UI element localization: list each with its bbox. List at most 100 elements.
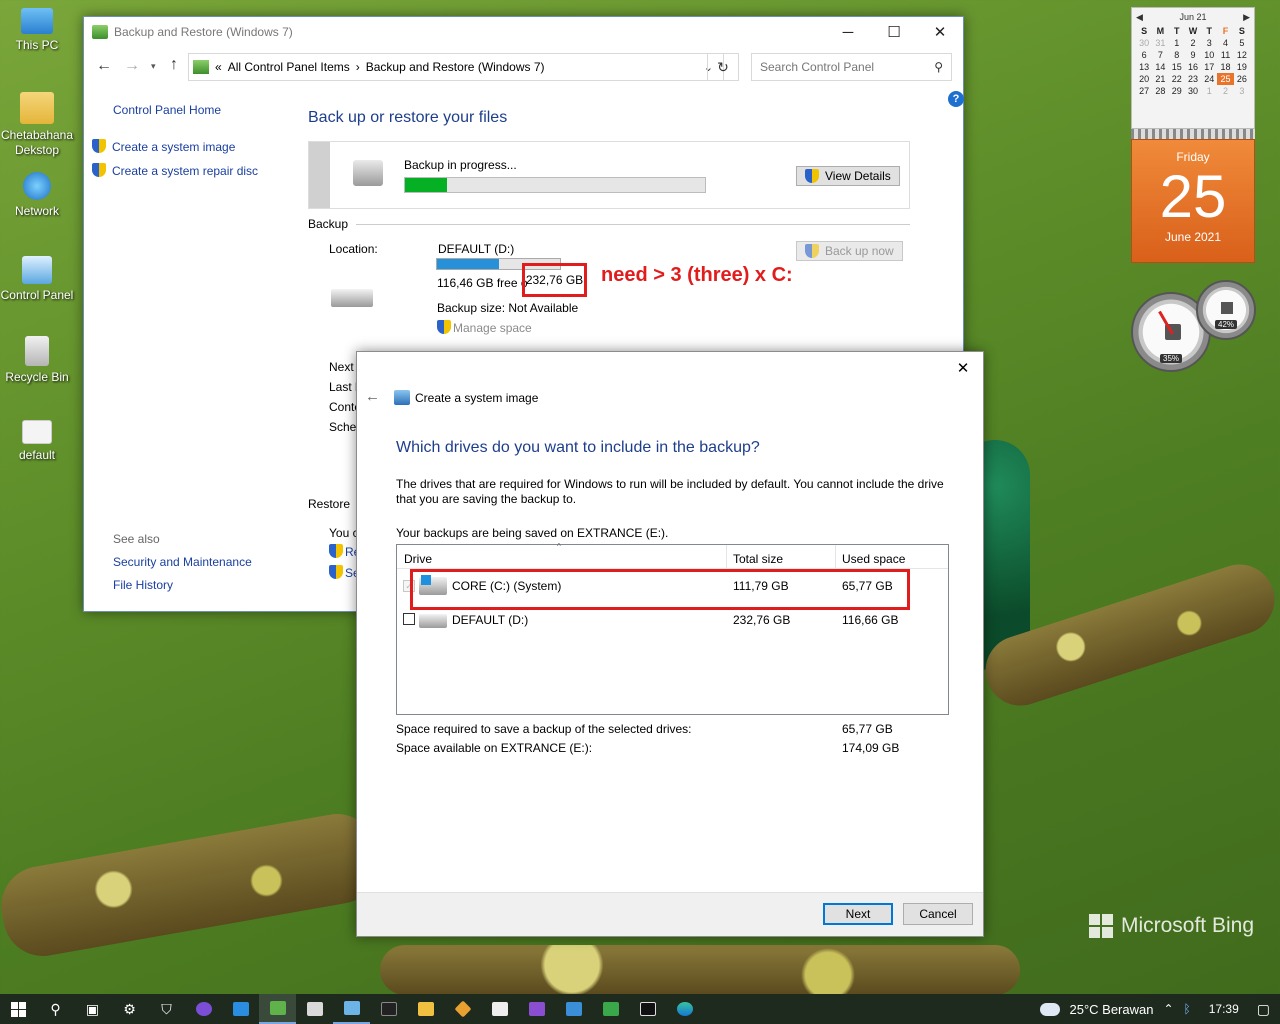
taskbar-git[interactable] xyxy=(444,994,481,1024)
drive-d-checkbox[interactable] xyxy=(403,613,415,625)
up-arrow-icon[interactable]: ↑ xyxy=(170,56,178,74)
calendar-day-cell[interactable]: 1 xyxy=(1201,85,1217,97)
next-month-icon[interactable]: ▶ xyxy=(1243,12,1250,23)
desktop-icon-recycle-bin[interactable]: Recycle Bin xyxy=(0,336,74,385)
calendar-day-cell[interactable]: 9 xyxy=(1185,49,1201,61)
calendar-day-cell[interactable]: 12 xyxy=(1234,49,1250,61)
breadcrumb-all-items[interactable]: All Control Panel Items xyxy=(228,60,350,74)
calendar-day-cell[interactable]: 23 xyxy=(1185,73,1201,85)
calendar-day-cell[interactable]: 3 xyxy=(1234,85,1250,97)
file-history-link[interactable]: File History xyxy=(113,578,173,592)
calendar-day-cell[interactable]: 21 xyxy=(1152,73,1168,85)
calendar-day-cell[interactable]: 29 xyxy=(1169,85,1185,97)
calendar-day-cell[interactable]: 22 xyxy=(1169,73,1185,85)
desktop-icon-network[interactable]: Network xyxy=(0,172,74,219)
control-panel-home-link[interactable]: Control Panel Home xyxy=(113,103,221,117)
create-system-image-link[interactable]: Create a system image xyxy=(92,139,235,154)
column-used-space[interactable]: Used space xyxy=(842,552,905,566)
chevron-up-icon[interactable]: ⌃ xyxy=(1163,1002,1173,1016)
taskbar-store[interactable] xyxy=(481,994,518,1024)
search-box[interactable]: Search Control Panel ⚲ xyxy=(751,53,952,81)
taskbar-backup-restore[interactable] xyxy=(259,994,296,1024)
taskbar-github[interactable] xyxy=(185,994,222,1024)
calendar-day-cell[interactable]: 28 xyxy=(1152,85,1168,97)
weather-icon[interactable] xyxy=(1039,1002,1060,1016)
taskbar-pycharm[interactable] xyxy=(629,994,666,1024)
calendar-day-cell[interactable]: 31 xyxy=(1152,37,1168,49)
security-maintenance-link[interactable]: Security and Maintenance xyxy=(113,555,252,569)
calendar-day-cell[interactable]: 2 xyxy=(1217,85,1233,97)
back-up-now-button[interactable]: Back up now xyxy=(796,241,903,261)
address-overflow[interactable]: « xyxy=(215,60,222,74)
calendar-day-cell[interactable]: 11 xyxy=(1217,49,1233,61)
task-view-button[interactable]: ▣ xyxy=(74,994,111,1024)
dialog-close-button[interactable]: ✕ xyxy=(949,356,977,380)
calendar-day-cell[interactable]: 17 xyxy=(1201,61,1217,73)
view-details-button[interactable]: View Details xyxy=(796,166,900,186)
calendar-day-cell[interactable]: 5 xyxy=(1234,37,1250,49)
search-button[interactable]: ⚲ xyxy=(37,994,74,1024)
search-input[interactable]: Search Control Panel xyxy=(760,60,874,74)
column-total-size[interactable]: Total size xyxy=(733,552,783,566)
desktop-icon-this-pc[interactable]: This PC xyxy=(0,8,74,53)
taskbar-window-2[interactable] xyxy=(296,994,333,1024)
calendar-day-cell[interactable]: 30 xyxy=(1185,85,1201,97)
next-button[interactable]: Next xyxy=(823,903,893,925)
taskbar-terminal[interactable] xyxy=(370,994,407,1024)
taskbar-settings[interactable]: ⚙ xyxy=(111,994,148,1024)
prev-month-icon[interactable]: ◀ xyxy=(1136,12,1143,23)
taskbar-edge[interactable] xyxy=(666,994,703,1024)
taskbar-calculator[interactable] xyxy=(592,994,629,1024)
taskbar-mail[interactable] xyxy=(222,994,259,1024)
calendar-day-cell[interactable]: 3 xyxy=(1201,37,1217,49)
minimize-button[interactable]: ─ xyxy=(825,17,871,47)
back-arrow-icon[interactable]: ← xyxy=(96,57,112,75)
calendar-day-cell[interactable]: 14 xyxy=(1152,61,1168,73)
create-repair-disc-link[interactable]: Create a system repair disc xyxy=(92,163,258,178)
taskbar-file-explorer[interactable] xyxy=(407,994,444,1024)
calendar-day-cell[interactable]: 8 xyxy=(1169,49,1185,61)
calendar-day-cell[interactable]: 19 xyxy=(1234,61,1250,73)
drive-row-d[interactable]: DEFAULT (D:) 232,76 GB 116,66 GB xyxy=(397,608,948,632)
bluetooth-icon[interactable]: ᛒ xyxy=(1184,1002,1191,1016)
calendar-day-cell[interactable]: 13 xyxy=(1136,61,1152,73)
taskbar-visual-studio[interactable] xyxy=(518,994,555,1024)
weather-text[interactable]: 25°C Berawan xyxy=(1070,1002,1154,1017)
calendar-day-cell[interactable]: 20 xyxy=(1136,73,1152,85)
calendar-day-cell[interactable]: 7 xyxy=(1152,49,1168,61)
clock-text[interactable]: 17:39 xyxy=(1209,1002,1239,1016)
calendar-day-cell[interactable]: 16 xyxy=(1185,61,1201,73)
desktop-icon-control-panel[interactable]: Control Panel xyxy=(0,256,74,303)
taskbar-remote-desktop[interactable] xyxy=(555,994,592,1024)
calendar-day-cell[interactable]: 10 xyxy=(1201,49,1217,61)
notification-icon[interactable]: ▢ xyxy=(1257,1001,1270,1018)
cancel-button[interactable]: Cancel xyxy=(903,903,973,925)
calendar-day-cell[interactable]: 6 xyxy=(1136,49,1152,61)
help-icon[interactable]: ? xyxy=(948,91,964,107)
address-bar[interactable]: « All Control Panel Items › Backup and R… xyxy=(188,53,724,81)
dialog-back-arrow-icon[interactable]: ← xyxy=(365,388,380,405)
calendar-day-cell[interactable]: 2 xyxy=(1185,37,1201,49)
start-button[interactable] xyxy=(0,994,37,1024)
desktop-icon-chetabahana[interactable]: Chetabahana Dekstop xyxy=(0,92,74,158)
recent-dropdown-icon[interactable]: ▾ xyxy=(151,61,156,72)
calendar-day-cell[interactable]: 30 xyxy=(1136,37,1152,49)
calendar-day-cell[interactable]: 1 xyxy=(1169,37,1185,49)
taskbar-security[interactable]: ⛉ xyxy=(148,994,185,1024)
desktop-icon-default[interactable]: default xyxy=(0,420,74,463)
calendar-day-cell[interactable]: 15 xyxy=(1169,61,1185,73)
drives-list[interactable]: ^ Drive Total size Used space ✓ CORE (C:… xyxy=(396,542,949,715)
column-drive[interactable]: Drive xyxy=(404,552,432,566)
maximize-button[interactable]: ☐ xyxy=(871,17,917,47)
calendar-day-cell[interactable]: 25 xyxy=(1217,73,1234,85)
taskbar-control-panel[interactable] xyxy=(333,994,370,1024)
close-button[interactable]: ✕ xyxy=(917,17,963,47)
breadcrumb-backup[interactable]: Backup and Restore (Windows 7) xyxy=(366,60,545,74)
refresh-button[interactable]: ↻ xyxy=(707,53,739,81)
calendar-day-cell[interactable]: 24 xyxy=(1201,73,1217,85)
manage-space-link[interactable]: Manage space xyxy=(437,320,532,335)
calendar-day-cell[interactable]: 26 xyxy=(1234,73,1250,85)
memory-meter-gadget[interactable]: 42% xyxy=(1196,280,1256,340)
calendar-day-cell[interactable]: 18 xyxy=(1217,61,1233,73)
calendar-gadget[interactable]: ◀ Jun 21 ▶ SMTWTFS 30 31 1 2 3 4 5 6 7 8 9 10 11 12 13… xyxy=(1131,7,1255,265)
